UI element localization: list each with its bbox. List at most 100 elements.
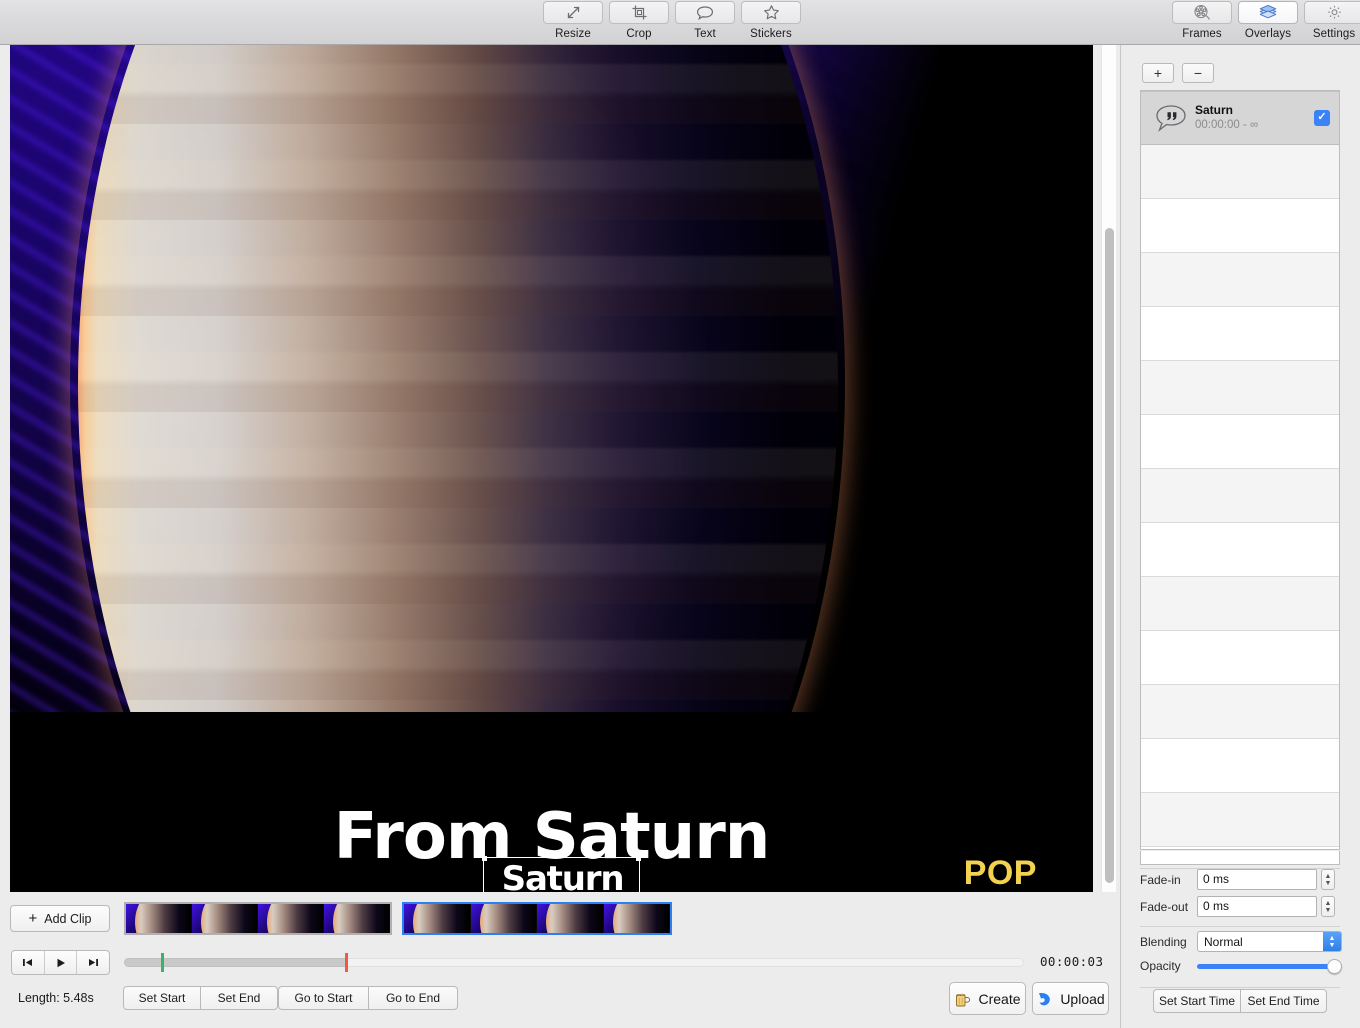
video-editor-window: Resize Crop Text Stickers Frames Overlay… [0, 0, 1360, 1028]
frames-label: Frames [1182, 27, 1222, 40]
opacity-slider[interactable] [1197, 958, 1342, 974]
timeline-clip[interactable] [124, 902, 392, 935]
watermark-line-1: POP [963, 854, 1037, 892]
settings-button[interactable]: Settings [1304, 0, 1360, 45]
remove-overlay-button[interactable]: − [1182, 63, 1214, 83]
speech-bubble-icon [675, 1, 735, 24]
list-item[interactable] [1141, 793, 1339, 847]
opacity-label: Opacity [1140, 959, 1181, 973]
list-item[interactable] [1141, 199, 1339, 253]
stickers-button[interactable]: Stickers [741, 0, 801, 45]
set-end-time-button[interactable]: Set End Time [1240, 989, 1327, 1013]
panel-divider-middle [1140, 926, 1340, 927]
skip-to-start-icon [23, 959, 33, 966]
popsci-watermark: POP SCI [963, 854, 1037, 892]
resize-handle-top-left[interactable] [482, 856, 487, 861]
create-button[interactable]: Create [949, 982, 1026, 1015]
blending-label: Blending [1140, 934, 1187, 949]
upload-bird-icon [1039, 992, 1051, 1005]
list-item[interactable] [1141, 523, 1339, 577]
list-item[interactable] [1141, 361, 1339, 415]
fade-out-label: Fade-out [1140, 899, 1189, 914]
list-item[interactable] [1141, 739, 1339, 793]
list-item[interactable] [1141, 145, 1339, 199]
clip-thumbnail [258, 904, 324, 933]
overlay-list[interactable]: Saturn 00:00:00 - ∞ ✓ [1140, 90, 1340, 850]
list-item[interactable] [1141, 685, 1339, 739]
list-item[interactable] [1141, 415, 1339, 469]
transport-controls [11, 950, 110, 975]
video-preview-canvas[interactable]: From Saturn Saturn POP SCI [10, 45, 1093, 892]
preview-scrollbar[interactable] [1101, 45, 1116, 892]
crop-label: Crop [626, 27, 652, 40]
stepper-up-icon: ▲ [1324, 899, 1332, 907]
panel-divider-bottom [1140, 987, 1340, 988]
selected-text-overlay[interactable]: Saturn [482, 856, 641, 892]
opacity-row: Opacity [1140, 958, 1342, 974]
play-icon [57, 958, 65, 967]
clip-thumbnail [324, 904, 390, 933]
opacity-slider-knob[interactable] [1327, 959, 1342, 974]
create-label: Create [978, 990, 1021, 1007]
list-item[interactable] [1141, 631, 1339, 685]
add-clip-button[interactable]: + Add Clip [10, 905, 110, 932]
resize-handle-top-right[interactable] [636, 856, 641, 861]
fade-in-field[interactable]: 0 ms [1197, 869, 1317, 890]
clip-thumbnail [603, 904, 670, 933]
frames-button[interactable]: Frames [1172, 0, 1232, 45]
trim-button-group: Set Start Set End [123, 986, 278, 1010]
set-start-time-button[interactable]: Set Start Time [1153, 989, 1240, 1013]
fade-out-row: Fade-out 0 ms ▲ ▼ [1140, 896, 1342, 917]
saturn-planet-body [78, 45, 838, 712]
timeline-clip-selected[interactable] [402, 902, 672, 935]
beer-mug-icon [956, 993, 971, 1006]
toolbar-center-group: Resize Crop Text Stickers [543, 0, 801, 45]
crop-button[interactable]: Crop [609, 0, 669, 45]
upload-button[interactable]: Upload [1032, 982, 1109, 1015]
fade-out-field[interactable]: 0 ms [1197, 896, 1317, 917]
speech-bubble-quote-icon [1150, 103, 1192, 133]
skip-to-start-button[interactable] [12, 951, 45, 974]
fade-in-stepper[interactable]: ▲ ▼ [1321, 869, 1335, 890]
list-item[interactable] [1141, 253, 1339, 307]
chevron-updown-icon: ▲ ▼ [1323, 932, 1341, 951]
gear-icon [1304, 1, 1360, 24]
time-set-button-group: Set Start Time Set End Time [1153, 989, 1327, 1013]
timeline-scrubber[interactable] [124, 950, 1024, 975]
text-label: Text [694, 27, 716, 40]
add-overlay-button[interactable]: + [1142, 63, 1174, 83]
trim-start-marker[interactable] [161, 953, 164, 972]
list-item[interactable]: Saturn 00:00:00 - ∞ ✓ [1141, 91, 1339, 145]
go-to-start-button[interactable]: Go to Start [278, 986, 368, 1010]
top-toolbar: Resize Crop Text Stickers Frames Overlay… [0, 0, 1360, 45]
overlay-item-texts: Saturn 00:00:00 - ∞ [1192, 103, 1314, 133]
blending-select[interactable]: Normal ▲ ▼ [1197, 931, 1342, 952]
blending-row: Blending Normal ▲ ▼ [1140, 931, 1342, 952]
set-start-button[interactable]: Set Start [123, 986, 200, 1010]
clip-thumbnail [192, 904, 258, 933]
go-to-end-button[interactable]: Go to End [368, 986, 458, 1010]
trim-end-marker[interactable] [345, 953, 348, 972]
saturn-image [10, 45, 1093, 712]
resize-arrows-icon [543, 1, 603, 24]
skip-to-end-button[interactable] [77, 951, 109, 974]
list-item[interactable] [1141, 577, 1339, 631]
stepper-down-icon: ▼ [1324, 879, 1332, 887]
overlays-button[interactable]: Overlays [1238, 0, 1298, 45]
resize-button[interactable]: Resize [543, 0, 603, 45]
set-end-button[interactable]: Set End [200, 986, 278, 1010]
list-item[interactable] [1141, 307, 1339, 361]
timecode-display: 00:00:03 [1040, 954, 1104, 969]
overlay-item-name: Saturn [1195, 102, 1234, 117]
stickers-label: Stickers [750, 27, 792, 40]
clip-thumbnail [537, 904, 604, 933]
overlay-enabled-checkbox[interactable]: ✓ [1314, 109, 1330, 126]
preview-scrollbar-thumb[interactable] [1105, 228, 1114, 883]
fade-out-stepper[interactable]: ▲ ▼ [1321, 896, 1335, 917]
text-button[interactable]: Text [675, 0, 735, 45]
play-button[interactable] [45, 951, 78, 974]
stepper-down-icon: ▼ [1324, 906, 1332, 914]
navigate-button-group: Go to Start Go to End [278, 986, 458, 1010]
plus-icon: + [28, 910, 38, 927]
list-item[interactable] [1141, 469, 1339, 523]
